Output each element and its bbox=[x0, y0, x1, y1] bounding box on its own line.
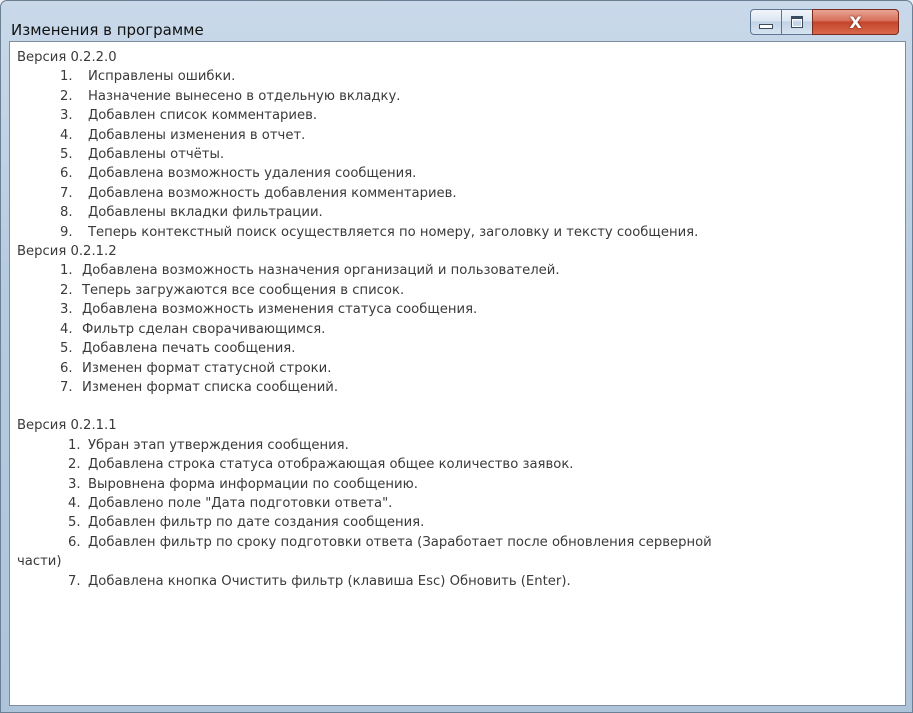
list-item: 6. Изменен формат статусной строки. bbox=[17, 359, 905, 378]
changelog-text-area[interactable]: Версия 0.2.2.0 1. Исправлены ошибки. 2. На… bbox=[9, 41, 906, 706]
list-item: 7. Добавлена кнопка Очистить фильтр (клав… bbox=[17, 572, 905, 591]
list-item: 1. Добавлена возможность назначения орган… bbox=[17, 261, 905, 280]
list-item: 3. Выровнена форма информации по сообщени… bbox=[17, 475, 905, 494]
item-text: Добавлен список комментариев. bbox=[88, 108, 318, 124]
list-item: 2. Назначение вынесено в отдельную вкладк… bbox=[17, 87, 905, 106]
list-item: 6. Добавлена возможность удаления сообщен… bbox=[17, 164, 905, 183]
item-text: Добавлены вкладки фильтрации. bbox=[88, 205, 323, 221]
item-text: Добавлены отчёты. bbox=[88, 147, 225, 163]
list-item: 7. Изменен формат списка сообщений. bbox=[17, 378, 905, 397]
list-item: 6. Добавлен фильтр по сроку подготовки от… bbox=[17, 533, 905, 552]
item-number: 6. bbox=[60, 166, 73, 182]
item-number: 1. bbox=[60, 69, 73, 85]
item-text: Фильтр сделан сворачивающимся. bbox=[82, 321, 326, 337]
list-item: 9. Теперь контекстный поиск осуществляетс… bbox=[17, 223, 905, 242]
item-number: 4. bbox=[60, 321, 73, 337]
item-number: 3. bbox=[60, 108, 73, 124]
list-item: 3. Добавлена возможность изменения статус… bbox=[17, 300, 905, 319]
list-item: 1. Исправлены ошибки. bbox=[17, 67, 905, 86]
item-text: Назначение вынесено в отдельную вкладку. bbox=[88, 88, 401, 104]
version-heading: Версия 0.2.2.0 bbox=[17, 50, 117, 65]
item-text: Исправлены ошибки. bbox=[88, 69, 236, 85]
version-block: Версия 0.2.2.0 1. Исправлены ошибки. 2. На… bbox=[17, 48, 905, 242]
item-number: 1. bbox=[60, 263, 73, 279]
item-number: 2. bbox=[60, 282, 73, 298]
list-item: 8. Добавлены вкладки фильтрации. bbox=[17, 203, 905, 222]
item-number: 6. bbox=[68, 534, 81, 550]
item-text: Добавлена возможность добавления коммент… bbox=[88, 185, 457, 201]
item-number: 7. bbox=[60, 185, 73, 201]
list-item: 5. Добавлена печать сообщения. bbox=[17, 339, 905, 358]
item-text: Добавлены изменения в отчет. bbox=[88, 127, 306, 143]
item-number: 6. bbox=[60, 360, 73, 376]
item-text: Добавлен фильтр по дате создания сообщен… bbox=[88, 515, 425, 531]
item-number: 8. bbox=[60, 205, 73, 221]
version-block: Версия 0.2.1.2 1. Добавлена возможность н… bbox=[17, 242, 905, 397]
window-title: Изменения в программе bbox=[11, 21, 204, 39]
maximize-icon bbox=[791, 16, 803, 28]
item-number: 7. bbox=[60, 379, 73, 395]
changes-window: Изменения в программе X Версия 0.2.2.0 1… bbox=[0, 0, 913, 713]
list-item: 5. Добавлены отчёты. bbox=[17, 145, 905, 164]
list-item: 2. Теперь загружаются все сообщения в спи… bbox=[17, 281, 905, 300]
item-text: Добавлена возможность удаления сообщения… bbox=[88, 166, 417, 182]
list-item: 4. Добавлены изменения в отчет. bbox=[17, 126, 905, 145]
item-number: 3. bbox=[60, 302, 73, 318]
item-number: 2. bbox=[60, 88, 73, 104]
item-number: 5. bbox=[68, 515, 81, 531]
minimize-icon bbox=[759, 23, 773, 29]
item-text: Добавлена возможность назначения организ… bbox=[82, 263, 560, 279]
item-text: Теперь контекстный поиск осуществляется … bbox=[88, 224, 699, 240]
item-number: 3. bbox=[68, 476, 81, 492]
item-number: 9. bbox=[60, 224, 73, 240]
version-heading: Версия 0.2.1.2 bbox=[17, 244, 117, 260]
item-number: 5. bbox=[60, 147, 73, 163]
item-text: Добавлена возможность изменения статуса … bbox=[82, 302, 478, 318]
item-number: 7. bbox=[68, 573, 81, 589]
item-number: 4. bbox=[60, 127, 73, 143]
list-item: 4. Фильтр сделан сворачивающимся. bbox=[17, 320, 905, 339]
item-text: Убран этап утверждения сообщения. bbox=[88, 437, 349, 453]
list-item-continuation: части) bbox=[17, 554, 62, 570]
item-number: 4. bbox=[68, 495, 81, 511]
item-number: 2. bbox=[68, 457, 81, 473]
list-item: 5. Добавлен фильтр по дате создания сообщ… bbox=[17, 513, 905, 532]
item-text: Выровнена форма информации по сообщению. bbox=[88, 476, 418, 492]
close-button[interactable]: X bbox=[812, 9, 899, 35]
item-text: Добавлена печать сообщения. bbox=[82, 341, 296, 357]
list-item: 3. Добавлен список комментариев. bbox=[17, 106, 905, 125]
list-item: 1. Убран этап утверждения сообщения. bbox=[17, 436, 905, 455]
item-text: Изменен формат списка сообщений. bbox=[82, 379, 339, 395]
list-item: 4. Добавлено поле "Дата подготовки ответа… bbox=[17, 494, 905, 513]
item-text: Добавлена кнопка Очистить фильтр (клавиш… bbox=[88, 573, 571, 589]
maximize-button[interactable] bbox=[781, 9, 813, 35]
item-text: Добавлен фильтр по сроку подготовки отве… bbox=[88, 534, 712, 550]
close-icon: X bbox=[849, 12, 862, 32]
item-number: 1. bbox=[68, 437, 81, 453]
version-block: Версия 0.2.1.1 1. Убран этап утверждения … bbox=[17, 416, 905, 591]
version-heading: Версия 0.2.1.1 bbox=[17, 418, 117, 434]
item-number: 5. bbox=[60, 341, 73, 357]
item-text: Изменен формат статусной строки. bbox=[82, 360, 332, 376]
list-item: 7. Добавлена возможность добавления комме… bbox=[17, 184, 905, 203]
item-text: Добавлено поле "Дата подготовки ответа". bbox=[88, 495, 393, 511]
title-bar[interactable]: Изменения в программе X bbox=[1, 1, 912, 41]
item-text: Теперь загружаются все сообщения в списо… bbox=[82, 282, 405, 298]
item-text: Добавлена строка статуса отображающая об… bbox=[88, 457, 574, 473]
minimize-button[interactable] bbox=[750, 9, 782, 35]
list-item: 2. Добавлена строка статуса отображающая … bbox=[17, 455, 905, 474]
